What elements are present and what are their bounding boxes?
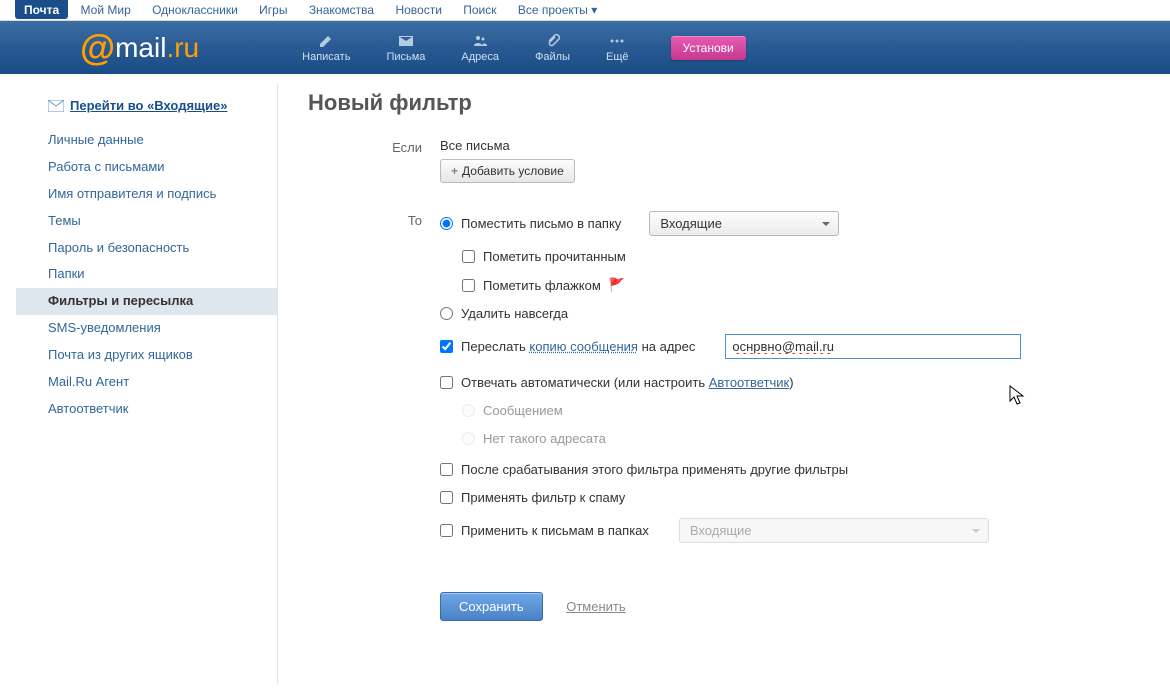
copy-message-link[interactable]: копию сообщения: [529, 339, 638, 354]
envelope-icon: [48, 100, 64, 112]
toolbar-contacts[interactable]: Адреса: [443, 27, 517, 69]
checkbox-forward[interactable]: [440, 340, 453, 353]
checkbox-apply-folders[interactable]: [440, 524, 453, 537]
toolbar-letters[interactable]: Письма: [368, 27, 443, 69]
toolbar-label: Адреса: [461, 51, 499, 63]
toolbar-compose[interactable]: Написать: [284, 27, 368, 69]
apply-spam-label: Применять фильтр к спаму: [461, 490, 625, 505]
toolbar-files[interactable]: Файлы: [517, 27, 588, 69]
sidebar-item-folders[interactable]: Папки: [16, 261, 277, 288]
install-button[interactable]: Установи: [671, 36, 746, 60]
pencil-icon: [318, 33, 334, 49]
after-filter-label: После срабатывания этого фильтра применя…: [461, 462, 848, 477]
autoreply-suffix: ): [789, 375, 793, 390]
toolbar-label: Написать: [302, 51, 350, 63]
forward-prefix: Переслать: [461, 339, 529, 354]
mark-flag-label: Пометить флажком: [483, 278, 601, 293]
reply-message-label: Сообщением: [483, 403, 563, 418]
no-addressee-label: Нет такого адресата: [483, 431, 606, 446]
sidebar-nav: Личные данные Работа с письмами Имя отпр…: [16, 127, 277, 423]
delete-forever-label: Удалить навсегда: [461, 306, 568, 321]
sidebar-item-personal[interactable]: Личные данные: [16, 127, 277, 154]
envelope-icon: [398, 33, 414, 49]
sidebar-item-extmail[interactable]: Почта из других ящиков: [16, 342, 277, 369]
portal-link-mail[interactable]: Почта: [15, 0, 68, 19]
sidebar: Перейти во «Входящие» Личные данные Рабо…: [0, 84, 278, 684]
apply-folders-label: Применить к письмам в папках: [461, 523, 649, 538]
radio-move-folder[interactable]: [440, 217, 453, 230]
contacts-icon: [472, 33, 488, 49]
add-condition-label: Добавить условие: [462, 164, 564, 178]
sidebar-item-filters[interactable]: Фильтры и пересылка: [16, 288, 277, 315]
sidebar-item-workletters[interactable]: Работа с письмами: [16, 154, 277, 181]
portal-link-dating[interactable]: Знакомства: [300, 0, 383, 19]
portal-link-news[interactable]: Новости: [386, 0, 450, 19]
radio-reply-message: [462, 404, 475, 417]
checkbox-after-filter[interactable]: [440, 463, 453, 476]
portal-link-all[interactable]: Все проекты ▾: [509, 0, 606, 19]
logo-at-icon: @: [80, 27, 115, 69]
sidebar-item-themes[interactable]: Темы: [16, 208, 277, 235]
logo-mail-text: mail: [115, 32, 166, 64]
sidebar-item-sms[interactable]: SMS-уведомления: [16, 315, 277, 342]
portal-link-games[interactable]: Игры: [250, 0, 296, 19]
autoreply-prefix: Отвечать автоматически (или настроить: [461, 375, 709, 390]
forward-email-input[interactable]: [725, 334, 1021, 359]
move-folder-label: Поместить письмо в папку: [461, 216, 621, 231]
autoreply-label: Отвечать автоматически (или настроить Ав…: [461, 375, 794, 390]
forward-label: Переслать копию сообщения на адрес: [461, 339, 695, 354]
checkbox-mark-flag[interactable]: [462, 279, 475, 292]
dots-icon: [609, 33, 625, 49]
toolbar: Написать Письма Адреса Файлы Ещё: [284, 27, 646, 69]
portal-link-ok[interactable]: Одноклассники: [143, 0, 247, 19]
toolbar-more[interactable]: Ещё: [588, 27, 647, 69]
page-title: Новый фильтр: [308, 90, 1140, 116]
all-messages-text: Все письма: [440, 138, 1140, 153]
sidebar-item-sendername[interactable]: Имя отправителя и подпись: [16, 181, 277, 208]
portal-link-moimir[interactable]: Мой Мир: [72, 0, 140, 19]
toolbar-label: Файлы: [535, 51, 570, 63]
checkbox-apply-spam[interactable]: [440, 491, 453, 504]
folder-select[interactable]: Входящие: [649, 211, 839, 236]
portal-link-search[interactable]: Поиск: [454, 0, 505, 19]
mark-read-label: Пометить прочитанным: [483, 249, 626, 264]
apply-folders-select: Входящие: [679, 518, 989, 543]
checkbox-autoreply[interactable]: [440, 376, 453, 389]
sidebar-item-agent[interactable]: Mail.Ru Агент: [16, 369, 277, 396]
forward-suffix: на адрес: [638, 339, 695, 354]
toolbar-label: Ещё: [606, 51, 629, 63]
logo-ru-text: .ru: [166, 32, 199, 64]
radio-no-addressee: [462, 432, 475, 445]
header: @ mail .ru Написать Письма Адреса Файлы …: [0, 21, 1170, 74]
label-then: То: [308, 211, 440, 556]
cancel-link[interactable]: Отменить: [566, 599, 625, 614]
inbox-link[interactable]: Перейти во «Входящие»: [70, 98, 227, 113]
portal-nav: Почта Мой Мир Одноклассники Игры Знакомс…: [0, 0, 1170, 21]
autoresponder-link[interactable]: Автоответчик: [709, 375, 789, 390]
label-if: Если: [308, 138, 440, 183]
checkbox-mark-read[interactable]: [462, 250, 475, 263]
content: Новый фильтр Если Все письма + Добавить у…: [278, 84, 1170, 684]
save-button[interactable]: Сохранить: [440, 592, 543, 621]
plus-icon: +: [451, 164, 458, 178]
toolbar-label: Письма: [386, 51, 425, 63]
sidebar-item-autoreply[interactable]: Автоответчик: [16, 396, 277, 423]
radio-delete-forever[interactable]: [440, 307, 453, 320]
sidebar-item-security[interactable]: Пароль и безопасность: [16, 235, 277, 262]
add-condition-button[interactable]: + Добавить условие: [440, 159, 575, 183]
clip-icon: [545, 33, 561, 49]
logo[interactable]: @ mail .ru: [80, 27, 199, 69]
flag-icon: 🚩: [609, 277, 625, 293]
